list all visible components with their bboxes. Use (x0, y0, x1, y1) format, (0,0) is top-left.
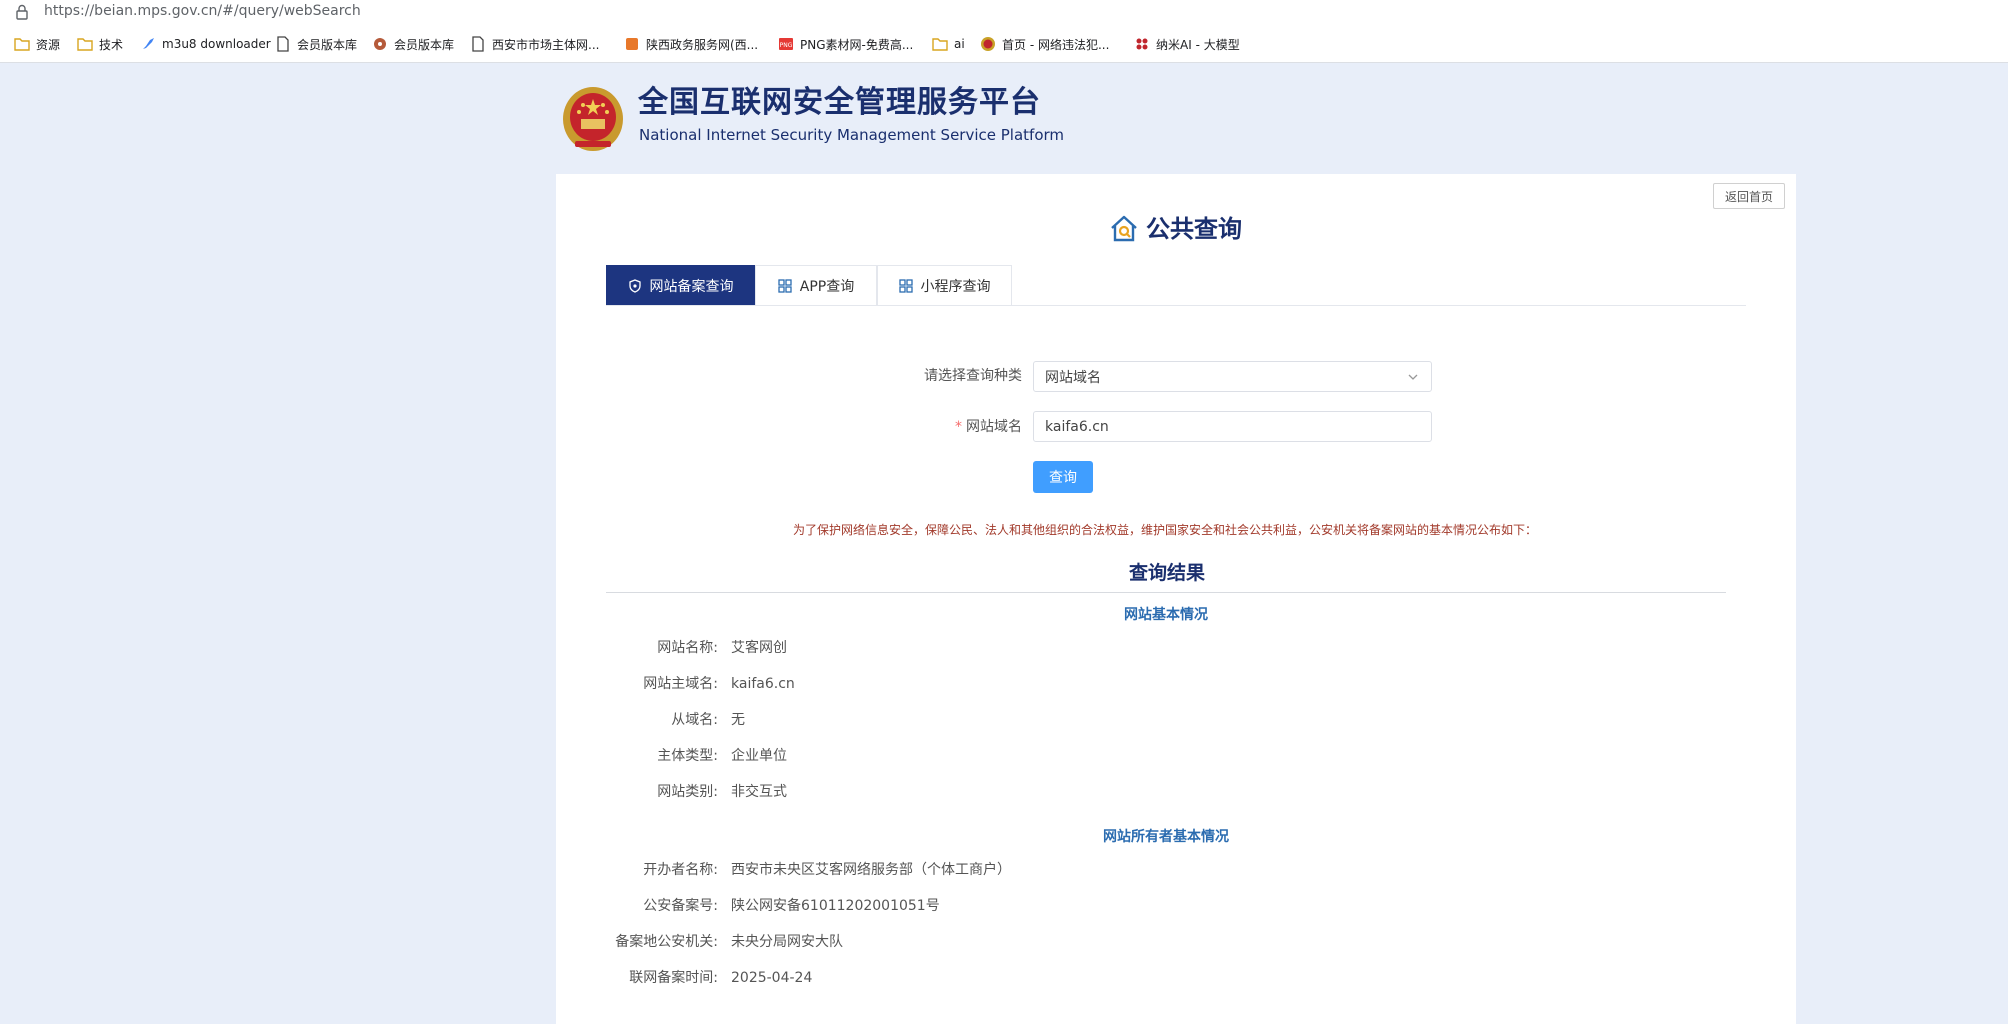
bookmark-item[interactable]: 首页 - 网络违法犯... (980, 35, 1109, 53)
png-icon: PNG (779, 38, 793, 50)
tabs-divider (606, 305, 1746, 306)
result-value: 企业单位 (731, 748, 787, 764)
result-value: 陕公网安备61011202001051号 (731, 898, 940, 914)
bookmark-item[interactable]: 纳米AI - 大模型 (1134, 35, 1240, 53)
shaanxi-icon (626, 38, 638, 50)
bookmark-item[interactable]: 技术 (77, 35, 123, 53)
result-value: 西安市未央区艾客网络服务部（个体工商户） (731, 862, 1011, 878)
tab-label: 网站备案查询 (649, 278, 734, 295)
bookmark-item[interactable]: ai (932, 35, 965, 53)
nami-icon (1136, 38, 1148, 50)
site-info-section-title: 网站基本情况 (1124, 607, 1208, 623)
result-value: kaifa6.cn (731, 676, 795, 692)
bookmark-label: 会员版本库 (394, 37, 455, 52)
grid-icon (778, 278, 792, 293)
query-type-value: 网站域名 (1045, 369, 1101, 386)
result-value: 非交互式 (731, 784, 787, 800)
disclosure-notice: 为了保护网络信息安全，保障公民、法人和其他组织的合法权益，维护国家安全和社会公共… (793, 523, 1538, 537)
bookmark-label: ai (954, 37, 965, 51)
shield-icon (628, 278, 641, 293)
query-type-select[interactable]: 网站域名 (1033, 361, 1432, 392)
bookmark-item[interactable]: 资源 (14, 35, 60, 53)
national-emblem-logo (563, 87, 623, 151)
bookmark-label: 资源 (36, 37, 61, 52)
svg-text:PNG: PNG (780, 42, 793, 49)
page-icon (277, 36, 289, 52)
page-icon (472, 36, 484, 52)
page-title: 公共查询 (1146, 215, 1242, 243)
folder-icon (14, 38, 30, 51)
address-bar[interactable]: https://beian.mps.gov.cn/#/query/webSear… (0, 0, 2008, 26)
result-label: 公安备案号: (643, 898, 718, 914)
results-title: 查询结果 (1129, 562, 1206, 584)
bookmark-label: PNG素材网-免费高... (800, 37, 914, 52)
platform-subtitle: National Internet Security Management Se… (639, 126, 1065, 144)
bookmarks-bar: 资源 技术 m3u8 downloader 会员版本库 会员版本库 西安市市场主… (0, 26, 2008, 63)
result-label: 开办者名称: (643, 862, 718, 878)
bookmark-label: 会员版本库 (297, 37, 358, 52)
emblem-icon (981, 37, 995, 51)
bookmark-label: 技术 (99, 37, 124, 52)
tab-mini-program-query[interactable]: 小程序查询 (877, 265, 1012, 305)
result-label: 备案地公安机关: (615, 934, 718, 950)
bookmark-label: 纳米AI - 大模型 (1156, 37, 1240, 52)
owner-info-section-title: 网站所有者基本情况 (1103, 829, 1229, 845)
domain-input-value: kaifa6.cn (1045, 418, 1109, 435)
tab-label: APP查询 (799, 278, 855, 295)
bookmark-item[interactable]: m3u8 downloader (140, 35, 271, 53)
bookmark-label: 陕西政务服务网(西... (646, 37, 759, 52)
bookmark-item[interactable]: 陕西政务服务网(西... (624, 35, 758, 53)
bookmark-item[interactable]: 会员版本库 (275, 35, 357, 53)
platform-title: 全国互联网安全管理服务平台 (638, 85, 1041, 120)
bookmark-label: 首页 - 网络违法犯... (1002, 37, 1110, 52)
result-label: 网站类别: (657, 784, 718, 800)
chevron-down-icon (1408, 374, 1418, 380)
bookmark-item[interactable]: PNG PNG素材网-免费高... (778, 35, 913, 53)
domain-label-wrap: * 网站域名 (955, 417, 1022, 437)
tab-app-query[interactable]: APP查询 (755, 265, 877, 305)
bookmark-item[interactable]: 会员版本库 (372, 35, 454, 53)
result-value: 未央分局网安大队 (731, 934, 843, 950)
house-search-icon (1111, 215, 1137, 242)
result-label: 网站名称: (657, 640, 718, 656)
result-label: 主体类型: (657, 748, 718, 764)
url-text[interactable]: https://beian.mps.gov.cn/#/query/webSear… (44, 2, 361, 20)
rocket-icon (143, 38, 154, 49)
result-label: 联网备案时间: (629, 970, 718, 986)
domain-input[interactable]: kaifa6.cn (1033, 411, 1432, 442)
lock-icon[interactable] (14, 3, 30, 21)
query-type-label: 请选择查询种类 (924, 368, 1022, 384)
result-value: 艾客网创 (731, 640, 787, 656)
required-mark: * (955, 419, 962, 435)
domain-label: 网站域名 (966, 419, 1022, 435)
result-label: 从域名: (671, 712, 718, 728)
bookmark-label: 西安市市场主体网... (492, 37, 600, 52)
bookmark-label: m3u8 downloader (162, 37, 271, 51)
query-button[interactable]: 查询 (1033, 461, 1093, 493)
grid-icon (898, 278, 913, 293)
results-divider (606, 592, 1726, 593)
folder-icon (932, 38, 948, 51)
tab-label: 小程序查询 (920, 278, 991, 295)
back-home-button[interactable]: 返回首页 (1713, 183, 1785, 209)
folder-icon (77, 38, 93, 51)
bookmark-item[interactable]: 西安市市场主体网... (470, 35, 599, 53)
result-value: 无 (731, 712, 745, 728)
result-label: 网站主域名: (643, 676, 718, 692)
tab-website-filing[interactable]: 网站备案查询 (606, 265, 755, 305)
result-value: 2025-04-24 (731, 970, 813, 986)
gear-icon (374, 38, 386, 50)
